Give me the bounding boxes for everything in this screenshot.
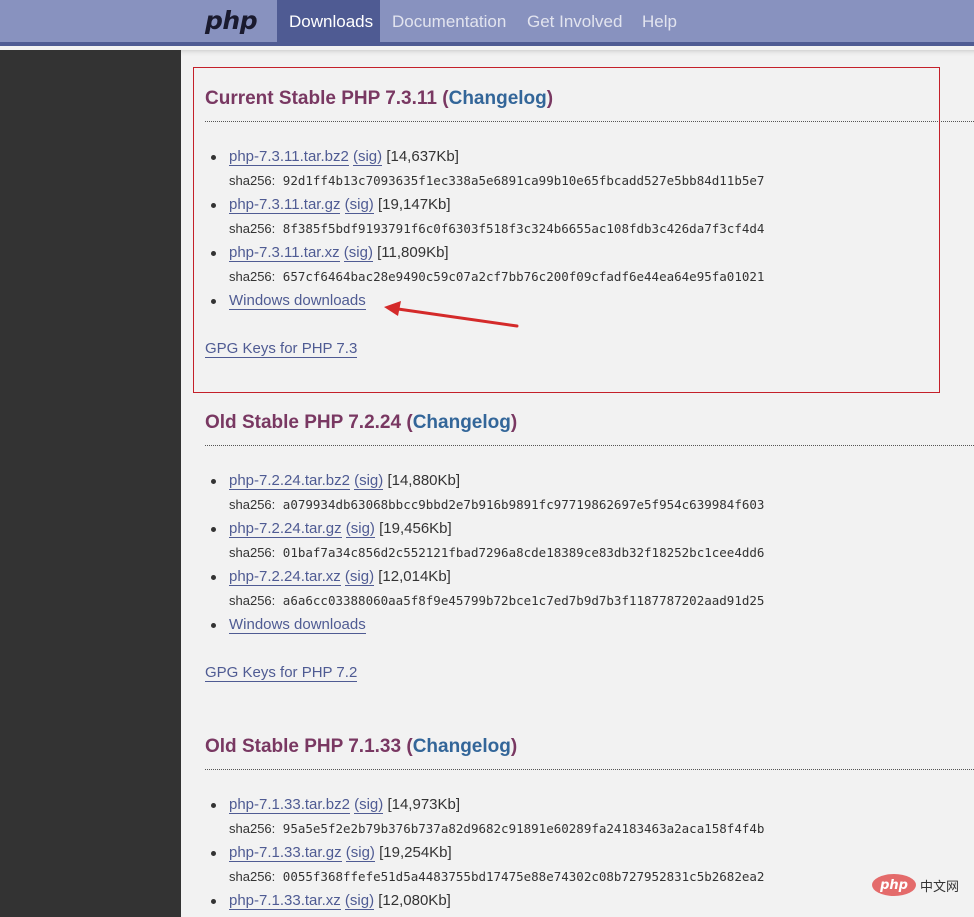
bullet bbox=[211, 623, 216, 628]
sig-link[interactable]: (sig) bbox=[345, 844, 375, 862]
file-download-link[interactable]: php-7.2.24.tar.xz bbox=[229, 568, 341, 586]
list-item: Windows downloads bbox=[205, 289, 974, 313]
release-heading: Current Stable PHP 7.3.11 (Changelog) bbox=[205, 88, 554, 109]
sha-hash: 92d1ff4b13c7093635f1ec338a5e6891ca99b10e… bbox=[282, 173, 765, 188]
release-title: Old Stable PHP 7.2.24 bbox=[205, 412, 402, 433]
list-item: php-7.3.11.tar.xz (sig) [11,809Kb] sha25… bbox=[205, 241, 974, 289]
list-item: php-7.2.24.tar.bz2 (sig) [14,880Kb] sha2… bbox=[205, 469, 974, 517]
sha-hash: a079934db63068bbcc9bbd2e7b916b9891fc9771… bbox=[282, 497, 765, 512]
list-item: php-7.3.11.tar.bz2 (sig) [14,637Kb] sha2… bbox=[205, 145, 974, 193]
changelog-link[interactable]: Changelog bbox=[413, 412, 511, 433]
sig-link[interactable]: (sig) bbox=[354, 796, 384, 814]
sha-label: sha256: bbox=[229, 869, 276, 884]
sig-link[interactable]: (sig) bbox=[343, 244, 373, 262]
file-size: [14,973Kb] bbox=[387, 796, 461, 813]
release-heading: Old Stable PHP 7.2.24 (Changelog) bbox=[205, 412, 518, 433]
watermark-logo: php bbox=[872, 874, 916, 896]
file-size: [12,014Kb] bbox=[378, 568, 451, 585]
bullet bbox=[211, 203, 216, 208]
sig-link[interactable]: (sig) bbox=[354, 472, 384, 490]
bullet bbox=[211, 851, 216, 856]
sha-label: sha256: bbox=[229, 545, 276, 560]
watermark-text: 中文网 bbox=[920, 879, 960, 895]
dotted-separator bbox=[205, 445, 974, 446]
list-item: php-7.2.24.tar.xz (sig) [12,014Kb] sha25… bbox=[205, 565, 974, 613]
bullet bbox=[211, 899, 216, 904]
dotted-separator bbox=[205, 121, 974, 122]
sha-label: sha256: bbox=[229, 173, 276, 188]
list-item: php-7.1.33.tar.xz (sig) [12,080Kb] bbox=[205, 889, 974, 913]
watermark: php 中文网 bbox=[872, 873, 959, 897]
nav-get-involved[interactable]: Get Involved bbox=[515, 0, 634, 46]
nav-documentation[interactable]: Documentation bbox=[380, 0, 518, 46]
file-download-link[interactable]: php-7.2.24.tar.bz2 bbox=[229, 472, 350, 490]
sha-hash: 01baf7a34c856d2c552121fbad7296a8cde18389… bbox=[282, 545, 765, 560]
php-logo[interactable]: php bbox=[205, 6, 258, 35]
sig-link[interactable]: (sig) bbox=[344, 196, 374, 214]
list-item: Windows downloads bbox=[205, 613, 974, 637]
sha-label: sha256: bbox=[229, 821, 276, 836]
bullet bbox=[211, 479, 216, 484]
file-list: php-7.2.24.tar.bz2 (sig) [14,880Kb] sha2… bbox=[205, 469, 974, 637]
file-download-link[interactable]: php-7.2.24.tar.gz bbox=[229, 520, 342, 538]
release-title: Current Stable PHP 7.3.11 bbox=[205, 88, 437, 109]
sha-label: sha256: bbox=[229, 269, 276, 284]
release-section-7-2: Old Stable PHP 7.2.24 (Changelog) php-7.… bbox=[205, 410, 974, 685]
top-navbar: php Downloads Documentation Get Involved… bbox=[0, 0, 974, 46]
bullet bbox=[211, 527, 216, 532]
sha-hash: 95a5e5f2e2b79b376b737a82d9682c91891e6028… bbox=[282, 821, 765, 836]
file-size: [19,147Kb] bbox=[377, 196, 451, 213]
list-item: php-7.3.11.tar.gz (sig) [19,147Kb] sha25… bbox=[205, 193, 974, 241]
file-download-link[interactable]: php-7.1.33.tar.xz bbox=[229, 892, 341, 910]
sig-link[interactable]: (sig) bbox=[344, 568, 375, 586]
file-size: [19,456Kb] bbox=[379, 520, 452, 537]
changelog-link[interactable]: Changelog bbox=[413, 736, 511, 757]
bullet bbox=[211, 155, 216, 160]
nav-downloads[interactable]: Downloads bbox=[277, 0, 380, 46]
file-download-link[interactable]: php-7.3.11.tar.gz bbox=[229, 196, 341, 214]
left-sidebar bbox=[0, 50, 181, 917]
sha-label: sha256: bbox=[229, 497, 276, 512]
nav-help[interactable]: Help bbox=[630, 0, 689, 46]
release-section-7-3: Current Stable PHP 7.3.11 (Changelog) ph… bbox=[205, 86, 974, 361]
file-download-link[interactable]: php-7.3.11.tar.xz bbox=[229, 244, 340, 262]
sha-hash: a6a6cc03388060aa5f8f9e45799b72bce1c7ed7b… bbox=[282, 593, 765, 608]
windows-downloads-link[interactable]: Windows downloads bbox=[229, 616, 366, 634]
list-item: php-7.1.33.tar.bz2 (sig) [14,973Kb] sha2… bbox=[205, 793, 974, 841]
release-title: Old Stable PHP 7.1.33 bbox=[205, 736, 402, 757]
sha-label: sha256: bbox=[229, 221, 276, 236]
file-size: [14,880Kb] bbox=[387, 472, 461, 489]
list-item: php-7.2.24.tar.gz (sig) [19,456Kb] sha25… bbox=[205, 517, 974, 565]
file-download-link[interactable]: php-7.3.11.tar.bz2 bbox=[229, 148, 349, 166]
bullet bbox=[211, 803, 216, 808]
sha-label: sha256: bbox=[229, 593, 276, 608]
release-heading: Old Stable PHP 7.1.33 (Changelog) bbox=[205, 736, 518, 757]
windows-downloads-link[interactable]: Windows downloads bbox=[229, 292, 366, 310]
changelog-link[interactable]: Changelog bbox=[449, 88, 547, 109]
file-size: [14,637Kb] bbox=[386, 148, 459, 165]
bullet bbox=[211, 575, 216, 580]
file-download-link[interactable]: php-7.1.33.tar.gz bbox=[229, 844, 342, 862]
file-size: [11,809Kb] bbox=[377, 244, 449, 261]
sha-hash: 0055f368ffefe51d5a4483755bd17475e88e7430… bbox=[282, 869, 765, 884]
file-list: php-7.3.11.tar.bz2 (sig) [14,637Kb] sha2… bbox=[205, 145, 974, 313]
bullet bbox=[211, 299, 216, 304]
bullet bbox=[211, 251, 216, 256]
release-section-7-1: Old Stable PHP 7.1.33 (Changelog) php-7.… bbox=[205, 734, 974, 913]
sig-link[interactable]: (sig) bbox=[352, 148, 383, 166]
file-download-link[interactable]: php-7.1.33.tar.bz2 bbox=[229, 796, 350, 814]
sig-link[interactable]: (sig) bbox=[345, 520, 375, 538]
dotted-separator bbox=[205, 769, 974, 770]
sig-link[interactable]: (sig) bbox=[344, 892, 375, 910]
gpg-keys-link[interactable]: GPG Keys for PHP 7.3 bbox=[205, 340, 358, 358]
file-list: php-7.1.33.tar.bz2 (sig) [14,973Kb] sha2… bbox=[205, 793, 974, 913]
file-size: [12,080Kb] bbox=[378, 892, 451, 909]
list-item: php-7.1.33.tar.gz (sig) [19,254Kb] sha25… bbox=[205, 841, 974, 889]
file-size: [19,254Kb] bbox=[379, 844, 452, 861]
sha-hash: 657cf6464bac28e9490c59c07a2cf7bb76c200f0… bbox=[282, 269, 765, 284]
gpg-keys-link[interactable]: GPG Keys for PHP 7.2 bbox=[205, 664, 358, 682]
sha-hash: 8f385f5bdf9193791f6c0f6303f518f3c324b665… bbox=[282, 221, 765, 236]
